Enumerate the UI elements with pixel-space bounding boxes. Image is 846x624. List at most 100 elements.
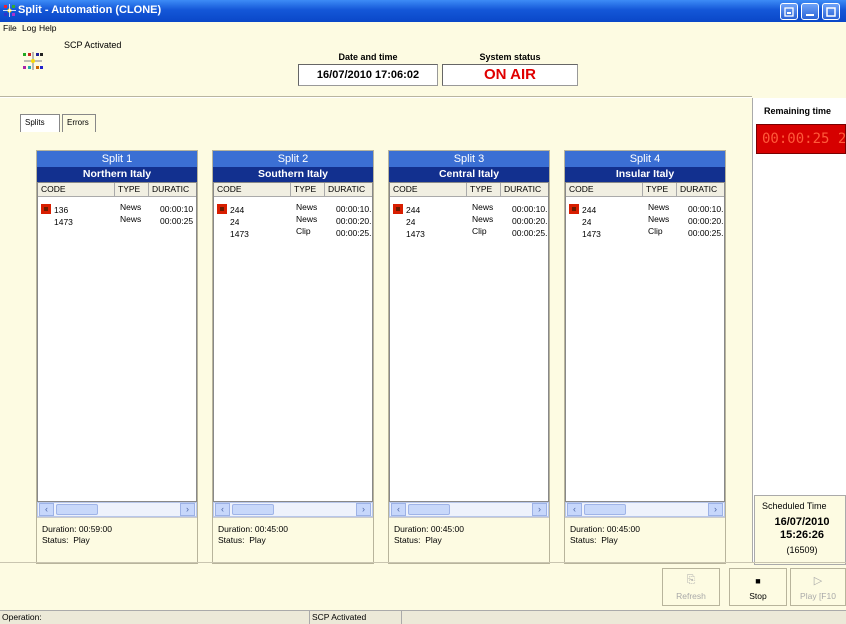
scroll-left-icon[interactable]: ‹ [39,503,54,516]
now-playing-icon [217,204,227,214]
cell-duration: 00:00:20. [336,216,372,226]
split-list[interactable]: CODE TYPE DURATIC 136 News 00:00:10 1473 News 00… [37,182,197,502]
column-header-type[interactable]: TYPE [467,183,501,197]
duration-value: 00:59:00 [78,524,112,534]
duration-label: Duration: [218,524,253,534]
scroll-left-icon[interactable]: ‹ [567,503,582,516]
remaining-time-display: 00:00:25 22 [756,124,846,154]
cell-duration: 00:00:20. [688,216,724,226]
cell-duration: 00:00:25 [160,216,194,226]
tab-errors[interactable]: Errors [62,114,96,132]
horizontal-scrollbar[interactable]: ‹ › [37,502,197,517]
duration-value: 00:45:00 [254,524,288,534]
column-header-type[interactable]: TYPE [291,183,325,197]
cell-duration: 00:00:10 [160,204,194,214]
column-header-code[interactable]: CODE [214,183,291,197]
status-label: Status: [570,535,597,545]
status-label: Status: [42,535,69,545]
split-title: Split 1 [37,151,197,167]
scroll-thumb[interactable] [232,504,274,515]
horizontal-scrollbar[interactable]: ‹ › [565,502,725,517]
horizontal-scrollbar[interactable]: ‹ › [213,502,373,517]
window-title: Split - Automation (CLONE) [18,4,162,16]
menu-log[interactable]: Log [22,23,36,33]
column-header-code[interactable]: CODE [390,183,467,197]
minimize-icon[interactable] [780,3,798,20]
split-title: Split 4 [565,151,725,167]
scroll-thumb[interactable] [56,504,98,515]
column-header-duration[interactable]: DURATIC [325,183,372,197]
refresh-label: Refresh [676,591,706,601]
column-header-duration[interactable]: DURATIC [677,183,724,197]
stop-button[interactable]: ■ Stop [729,568,787,606]
cell-code: 244 [230,205,245,215]
status-value: Play [425,535,442,545]
statusbar-scp: SCP Activated [310,611,402,624]
status-line: Status: Play [218,535,266,545]
column-header-code[interactable]: CODE [38,183,115,197]
restore-icon[interactable] [801,3,819,20]
scroll-right-icon[interactable]: › [356,503,371,516]
split-title: Split 3 [389,151,549,167]
list-item[interactable]: 136 News 00:00:10 [38,202,196,216]
status-line: Status: Play [394,535,442,545]
list-item[interactable]: 24 News 00:00:20. [214,214,372,228]
duration-line: Duration: 00:45:00 [394,524,464,534]
column-header-type[interactable]: TYPE [643,183,677,197]
play-icon: ▷ [813,575,823,587]
list-item[interactable]: 244 News 00:00:10. [566,202,724,216]
button-bar-divider [0,562,846,563]
cell-code: 1473 [582,229,601,239]
duration-label: Duration: [42,524,77,534]
column-header-code[interactable]: CODE [566,183,643,197]
system-status-label: System status [479,52,541,62]
split-footer: Duration: 00:45:00 Status: Play [389,517,549,563]
maximize-icon[interactable] [822,3,840,20]
split-footer: Duration: 00:45:00 Status: Play [565,517,725,563]
split-list[interactable]: CODE TYPE DURATIC 244 News 00:00:10. 24 News 00:… [565,182,725,502]
play-button[interactable]: ▷ Play [F10 [790,568,846,606]
refresh-button[interactable]: ⎘ Refresh [662,568,720,606]
column-header-duration[interactable]: DURATIC [149,183,196,197]
list-item[interactable]: 1473 News 00:00:25 [38,214,196,228]
refresh-icon: ⎘ [686,574,696,586]
list-item[interactable]: 1473 Clip 00:00:25. [214,226,372,240]
scheduled-code: (16509) [786,545,818,555]
status-label: Status: [394,535,421,545]
menu-file[interactable]: File [3,23,17,33]
column-header-duration[interactable]: DURATIC [501,183,548,197]
split-list[interactable]: CODE TYPE DURATIC 244 News 00:00:10. 24 News 00:… [389,182,549,502]
list-item[interactable]: 244 News 00:00:10. [214,202,372,216]
list-item[interactable]: 1473 Clip 00:00:25. [390,226,548,240]
list-item[interactable]: 24 News 00:00:20. [566,214,724,228]
status-label: Status: [218,535,245,545]
split-region: Insular Italy [565,167,725,182]
scroll-right-icon[interactable]: › [708,503,723,516]
list-item[interactable]: 24 News 00:00:20. [390,214,548,228]
scroll-thumb[interactable] [584,504,626,515]
scroll-right-icon[interactable]: › [180,503,195,516]
list-item[interactable]: 244 News 00:00:10. [390,202,548,216]
list-item[interactable]: 1473 Clip 00:00:25. [566,226,724,240]
split-list[interactable]: CODE TYPE DURATIC 244 News 00:00:10. 24 News 00:… [213,182,373,502]
scheduled-time-label: Scheduled Time [762,501,827,511]
horizontal-scrollbar[interactable]: ‹ › [389,502,549,517]
scroll-left-icon[interactable]: ‹ [391,503,406,516]
split-region: Northern Italy [37,167,197,182]
scroll-left-icon[interactable]: ‹ [215,503,230,516]
column-header-type[interactable]: TYPE [115,183,149,197]
now-playing-icon [569,204,579,214]
menu-help[interactable]: Help [39,23,56,33]
split-panel-3: Split 3 Central Italy CODE TYPE DURATIC 244 Ne… [388,150,550,564]
split-panel-2: Split 2 Southern Italy CODE TYPE DURATIC 244 N… [212,150,374,564]
status-line: Status: Play [570,535,618,545]
scheduled-datetime: 16/07/2010 15:26:26 [758,516,846,542]
cell-duration: 00:00:25. [688,228,724,238]
cell-code: 1473 [406,229,425,239]
scroll-right-icon[interactable]: › [532,503,547,516]
tab-splits[interactable]: Splits [20,114,60,132]
play-label: Play [F10 [800,591,836,601]
title-bar[interactable]: Split - Automation (CLONE) [0,0,846,22]
cell-type: News [120,202,142,212]
scroll-thumb[interactable] [408,504,450,515]
